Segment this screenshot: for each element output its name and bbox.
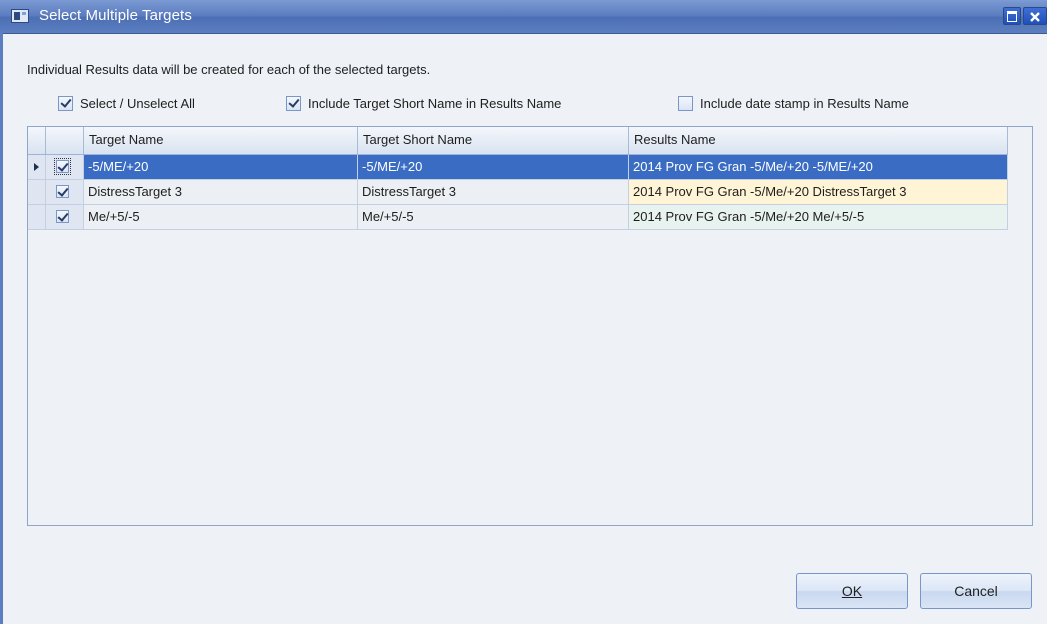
row-indicator <box>28 205 46 230</box>
window-app-icon <box>11 9 29 23</box>
checkbox-label: Include date stamp in Results Name <box>700 96 909 111</box>
description-text: Individual Results data will be created … <box>27 62 431 77</box>
checkbox-label: Select / Unselect All <box>80 96 195 111</box>
checkbox-label: Include Target Short Name in Results Nam… <box>308 96 562 111</box>
column-header-target-name[interactable]: Target Name <box>84 127 358 154</box>
results-name-cell[interactable]: 2014 Prov FG Gran -5/Me/+20 Me/+5/-5 <box>629 205 1008 230</box>
ok-button[interactable]: OK <box>796 573 908 609</box>
results-name-cell[interactable]: 2014 Prov FG Gran -5/Me/+20 DistressTarg… <box>629 180 1008 205</box>
table-row[interactable]: Me/+5/-5 Me/+5/-5 2014 Prov FG Gran -5/M… <box>28 205 1008 230</box>
close-button[interactable] <box>1023 7 1047 25</box>
grid-header: Target Name Target Short Name Results Na… <box>28 127 1008 155</box>
maximize-button[interactable] <box>1003 7 1021 25</box>
row-checkbox[interactable] <box>56 210 69 223</box>
cancel-button[interactable]: Cancel <box>920 573 1032 609</box>
checkbox-box[interactable] <box>678 96 693 111</box>
target-name-cell[interactable]: -5/ME/+20 <box>84 155 358 180</box>
target-short-name-cell[interactable]: Me/+5/-5 <box>358 205 629 230</box>
dialog-window: Select Multiple Targets Individual Resul… <box>0 0 1047 624</box>
row-indicator <box>28 155 46 180</box>
row-checkbox-cell[interactable] <box>46 180 84 205</box>
table-row[interactable]: DistressTarget 3 DistressTarget 3 2014 P… <box>28 180 1008 205</box>
row-arrow-icon <box>34 163 39 171</box>
close-icon <box>1030 12 1040 22</box>
target-name-cell[interactable]: DistressTarget 3 <box>84 180 358 205</box>
row-checkbox-cell[interactable] <box>46 205 84 230</box>
header-check-cell <box>46 127 84 154</box>
target-short-name-cell[interactable]: DistressTarget 3 <box>358 180 629 205</box>
ok-button-label: OK <box>841 583 863 599</box>
row-checkbox[interactable] <box>56 185 69 198</box>
results-name-cell[interactable]: 2014 Prov FG Gran -5/Me/+20 -5/ME/+20 <box>629 155 1008 180</box>
target-name-cell[interactable]: Me/+5/-5 <box>84 205 358 230</box>
header-indicator-cell <box>28 127 46 154</box>
row-indicator <box>28 180 46 205</box>
column-header-results-name[interactable]: Results Name <box>629 127 1008 154</box>
row-checkbox[interactable] <box>54 158 71 175</box>
title-bar[interactable]: Select Multiple Targets <box>0 0 1047 34</box>
row-checkbox-cell[interactable] <box>46 155 84 180</box>
table-row[interactable]: -5/ME/+20 -5/ME/+20 2014 Prov FG Gran -5… <box>28 155 1008 180</box>
targets-grid[interactable]: Target Name Target Short Name Results Na… <box>27 126 1033 526</box>
window-border <box>0 33 3 624</box>
checkbox-box[interactable] <box>58 96 73 111</box>
column-header-target-short-name[interactable]: Target Short Name <box>358 127 629 154</box>
target-short-name-cell[interactable]: -5/ME/+20 <box>358 155 629 180</box>
window-title: Select Multiple Targets <box>39 7 192 24</box>
checkbox-box[interactable] <box>286 96 301 111</box>
